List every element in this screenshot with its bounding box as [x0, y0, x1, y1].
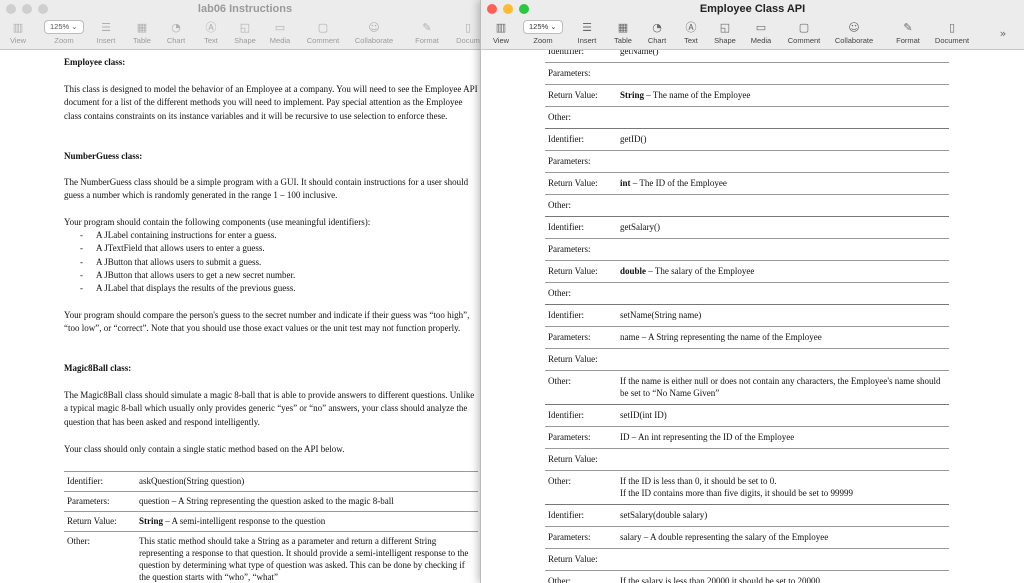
instructions-window[interactable]: lab06 Instructions ▥ View 125% ⌄ Zoom ☰ Ins…	[0, 0, 490, 583]
text-icon: Ⓐ	[205, 21, 217, 34]
media-icon: ▭	[755, 21, 767, 34]
table-row: Parameters:	[545, 62, 949, 85]
insert-icon: ☰	[582, 21, 592, 34]
table-row: Return Value:	[545, 348, 949, 371]
table-row: Other:	[545, 194, 949, 217]
table-row: Other: If the salary is less than 20000 i…	[545, 570, 949, 583]
static-method-note: Your class should only contain a single …	[64, 444, 345, 454]
shape-icon: ◱	[719, 21, 731, 34]
table-row: Identifier: setID(int ID)	[545, 404, 949, 427]
table-icon: ▦	[617, 21, 629, 34]
table-row: Identifier: setName(String name)	[545, 304, 949, 327]
toolbar-view[interactable]: ▥ View	[481, 19, 523, 45]
chart-icon: ◔	[652, 21, 662, 34]
toolbar-zoom[interactable]: 125% ⌄ Zoom	[521, 19, 565, 45]
components-list: A JLabel containing instructions for ent…	[64, 229, 478, 296]
toolbar-view[interactable]: ▥ View	[0, 19, 40, 45]
comment-icon: ▢	[317, 21, 329, 34]
document-body[interactable]: Identifier: getName() Parameters: Return Va…	[481, 50, 1024, 583]
table-row: Identifier: setSalary(double salary)	[545, 504, 949, 527]
compare-paragraph: Your program should compare the person's…	[64, 310, 470, 334]
employee-api-window[interactable]: Employee Class API ▥ View 125% ⌄ Zoom ☰ Ins…	[480, 0, 1024, 583]
text-icon: Ⓐ	[685, 21, 697, 34]
window-title: lab06 Instructions	[197, 3, 293, 15]
media-icon: ▭	[274, 21, 286, 34]
insert-icon: ☰	[101, 21, 111, 34]
table-row: Identifier: getName()	[545, 50, 949, 63]
toolbar-comment[interactable]: ▢ Comment	[782, 19, 826, 45]
toolbar-format[interactable]: ✎ Format	[405, 19, 449, 45]
table-row: Parameters: question – A String represent…	[64, 491, 478, 512]
table-row: Identifier: askQuestion(String question)	[64, 471, 478, 492]
toolbar: ▥ View 125% ⌄ Zoom ☰ Insert ▦ Table ◔ Chart Ⓐ…	[0, 18, 490, 50]
document-body[interactable]: Employee class: This class is designed t…	[0, 50, 490, 583]
toolbar: ▥ View 125% ⌄ Zoom ☰ Insert ▦ Table ◔ Chart Ⓐ…	[481, 18, 1024, 50]
table-row: Return Value: double – The salary of the …	[545, 260, 949, 283]
table-icon: ▦	[136, 21, 148, 34]
table-row: Parameters:	[545, 150, 949, 173]
table-row: Identifier: getID()	[545, 128, 949, 151]
table-row: Return Value:	[545, 548, 949, 571]
list-item: A JButton that allows users to submit a …	[64, 256, 478, 270]
chevron-right-icon: »	[999, 27, 1007, 40]
table-row: Other:	[545, 282, 949, 305]
toolbar-overflow[interactable]: »	[993, 25, 1013, 42]
table-row: Return Value: String – A semi-intelligent…	[64, 511, 478, 532]
document-icon: ▯	[464, 21, 472, 34]
comment-icon: ▢	[798, 21, 810, 34]
table-row: Other: If the ID is less than 0, it shoul…	[545, 470, 949, 505]
title-bar[interactable]: lab06 Instructions	[0, 0, 490, 18]
table-row: Parameters: ID – An int representing the …	[545, 426, 949, 449]
toolbar-comment[interactable]: ▢ Comment	[301, 19, 345, 45]
table-row: Other: If the name is either null or does…	[545, 370, 949, 405]
collaborate-icon: ☺	[368, 21, 380, 34]
magic8ball-paragraph: The Magic8Ball class should simulate a m…	[64, 390, 475, 427]
table-row: Return Value:	[545, 448, 949, 471]
table-row: Other: This static method should take a S…	[64, 531, 478, 583]
toolbar-format[interactable]: ✎ Format	[886, 19, 930, 45]
magic8ball-heading: Magic8Ball class:	[64, 363, 132, 373]
toolbar-collaborate[interactable]: ☺ Collaborate	[352, 19, 396, 45]
toolbar-document[interactable]: ▯ Document	[930, 19, 974, 45]
employee-api-table: Identifier: getName() Parameters: Return Va…	[545, 50, 949, 583]
shape-icon: ◱	[239, 21, 251, 34]
employee-paragraph: This class is designed to model the beha…	[64, 84, 478, 121]
table-row: Return Value: int – The ID of the Employe…	[545, 172, 949, 195]
window-title: Employee Class API	[699, 3, 806, 15]
employee-heading: Employee class:	[64, 57, 126, 67]
list-item: A JLabel that displays the results of th…	[64, 282, 478, 296]
title-bar[interactable]: Employee Class API	[481, 0, 1024, 18]
collaborate-icon: ☺	[848, 21, 860, 34]
zoom-select[interactable]: 125% ⌄	[44, 20, 84, 34]
chart-icon: ◔	[171, 21, 181, 34]
toolbar-media[interactable]: ▭ Media	[739, 19, 783, 45]
toolbar-collaborate[interactable]: ☺ Collaborate	[832, 19, 876, 45]
sidebar-icon: ▥	[495, 21, 507, 34]
table-row: Parameters:	[545, 238, 949, 261]
list-item: A JTextField that allows users to enter …	[64, 242, 478, 256]
zoom-select[interactable]: 125% ⌄	[523, 20, 563, 34]
table-row: Other:	[545, 106, 949, 129]
table-row: Return Value: String – The name of the Em…	[545, 84, 949, 107]
format-icon: ✎	[422, 21, 432, 34]
table-row: Parameters: salary – A double representin…	[545, 526, 949, 549]
table-row: Identifier: getSalary()	[545, 216, 949, 239]
components-intro: Your program should contain the followin…	[64, 217, 371, 227]
numberguess-heading: NumberGuess class:	[64, 151, 143, 161]
numberguess-intro: The NumberGuess class should be a simple…	[64, 177, 469, 201]
list-item: A JButton that allows users to get a new…	[64, 269, 478, 283]
format-icon: ✎	[903, 21, 913, 34]
toolbar-media[interactable]: ▭ Media	[258, 19, 302, 45]
ask-question-table: Identifier: askQuestion(String question) …	[64, 471, 478, 583]
table-row: Parameters: name – A String representing …	[545, 326, 949, 349]
sidebar-icon: ▥	[12, 21, 24, 34]
toolbar-zoom[interactable]: 125% ⌄ Zoom	[42, 19, 86, 45]
list-item: A JLabel containing instructions for ent…	[64, 229, 478, 243]
document-icon: ▯	[948, 21, 956, 34]
